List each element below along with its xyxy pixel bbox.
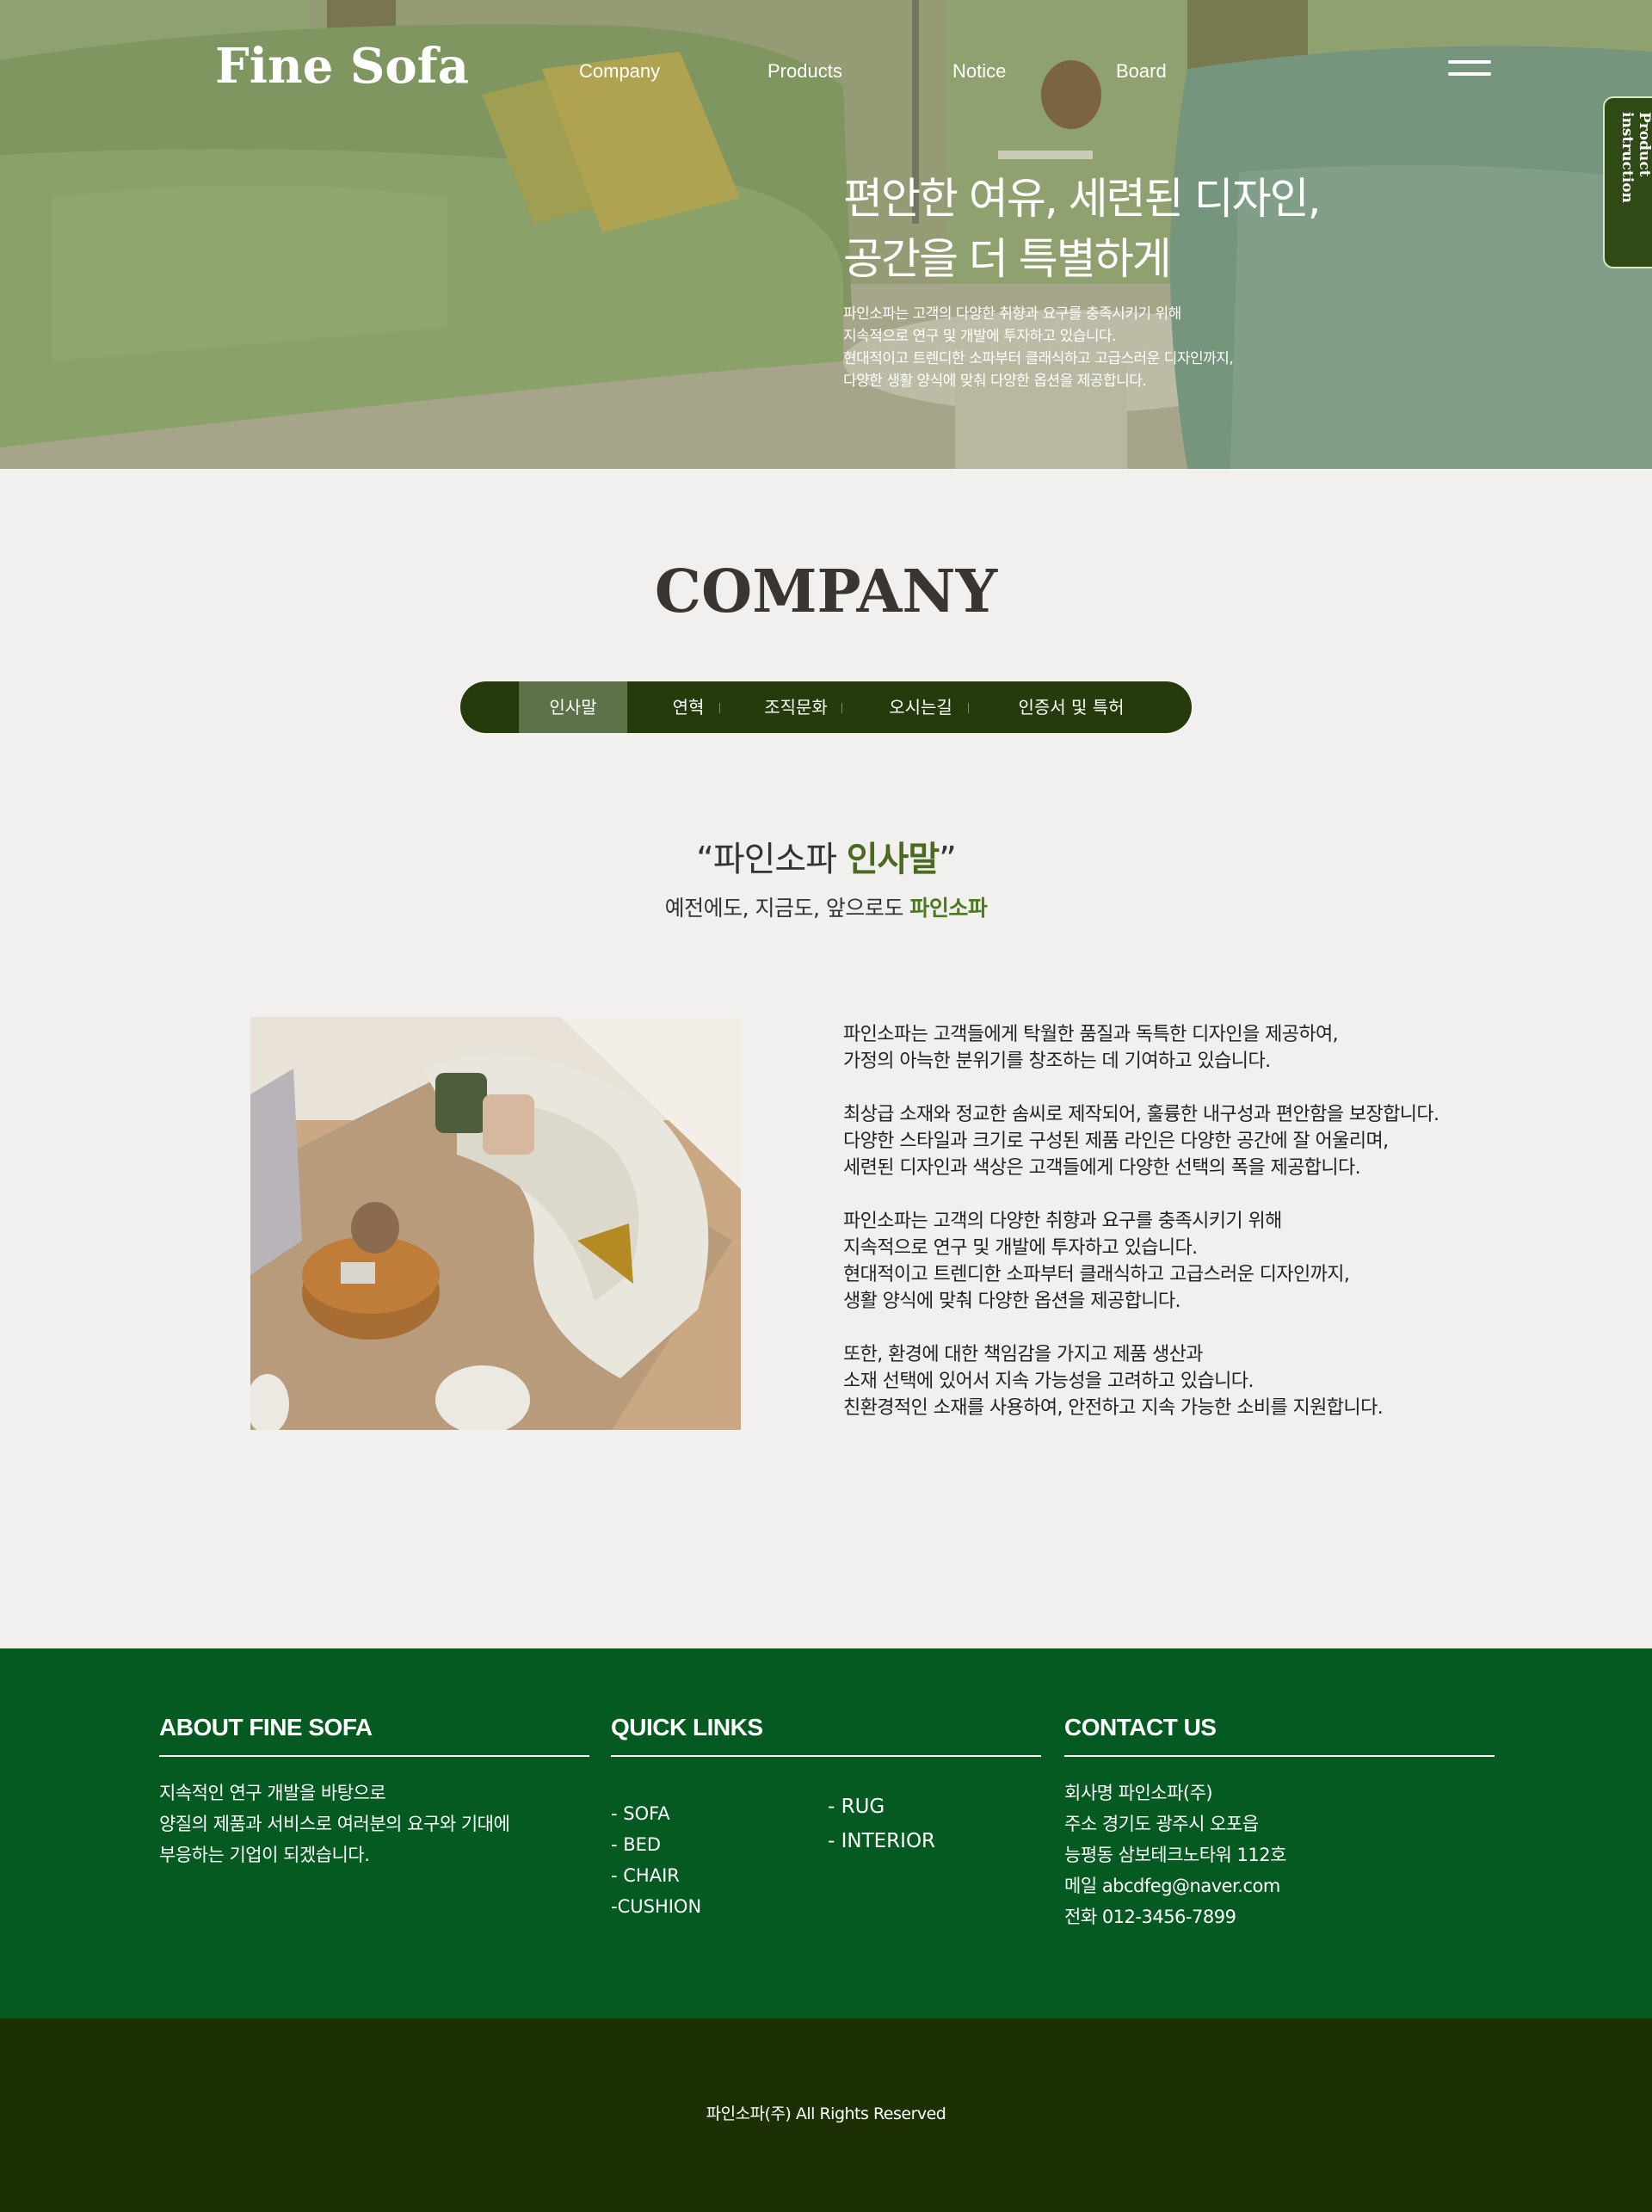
link-interior[interactable]: - INTERIOR — [828, 1824, 935, 1858]
hero-banner: Fine Sofa Company Products Notice Board … — [0, 0, 1652, 469]
link-cushion[interactable]: -CUSHION — [611, 1891, 701, 1922]
hero-title-line1: 편안한 여유, 세련된 디자인, — [843, 174, 1321, 224]
hero-title-line2: 공간을 더 특별하게 — [843, 234, 1172, 284]
footer-about-title: ABOUT FINE SOFA — [159, 1714, 589, 1757]
subheading-text: 예전에도, 지금도, 앞으로도 — [664, 896, 910, 921]
quote-text: “파인소파 — [696, 840, 847, 879]
link-sofa[interactable]: - SOFA — [611, 1798, 701, 1829]
nav-products[interactable]: Products — [767, 60, 842, 83]
footer-links-title: QUICK LINKS — [611, 1714, 1041, 1757]
company-tabs: 인사말 연혁 조직문화 오시는길 인증서 및 특허 — [460, 681, 1192, 733]
hero-desc-line: 현대적이고 트렌디한 소파부터 클래식하고 고급스러운 디자인까지, — [843, 350, 1234, 367]
footer-contact-title: CONTACT US — [1064, 1714, 1495, 1757]
footer-contact: CONTACT US 회사명 파인소파(주) 주소 경기도 광주시 오포읍 능평… — [1064, 1714, 1495, 1932]
footer-about-line: 지속적인 연구 개발을 바탕으로 — [159, 1783, 386, 1803]
product-instruction-tab[interactable]: Product instruction — [1603, 96, 1652, 268]
hero-desc-line: 지속적으로 연구 및 개발에 투자하고 있습니다. — [843, 328, 1117, 345]
side-tab-label: Product instruction — [1618, 112, 1652, 203]
footer-about-line: 양질의 제품과 서비스로 여러분의 요구와 기대에 — [159, 1814, 510, 1834]
link-rug[interactable]: - RUG — [828, 1790, 935, 1824]
greeting-body: 파인소파는 고객들에게 탁월한 품질과 독특한 디자인을 제공하여, 가정의 아… — [843, 1021, 1497, 1448]
menu-icon[interactable] — [1448, 60, 1491, 83]
tab-certificates[interactable]: 인증서 및 특허 — [985, 681, 1157, 733]
section-title: COMPANY — [654, 558, 998, 626]
contact-address: 주소 경기도 광주시 오포읍 — [1064, 1814, 1259, 1834]
footer-quick-links: QUICK LINKS — [611, 1714, 1041, 1757]
tab-divider — [841, 703, 842, 713]
greeting-paragraph: 파인소파는 고객들에게 탁월한 품질과 독특한 디자인을 제공하여, 가정의 아… — [843, 1024, 1339, 1072]
tab-greeting[interactable]: 인사말 — [519, 681, 627, 733]
hero-title: 편안한 여유, 세련된 디자인, 공간을 더 특별하게 — [843, 169, 1321, 289]
nav-company[interactable]: Company — [579, 60, 660, 83]
contact-phone[interactable]: 전화 012-3456-7899 — [1064, 1901, 1495, 1932]
quick-links-col-a: - SOFA - BED - CHAIR -CUSHION — [611, 1798, 701, 1922]
hero-desc-line: 파인소파는 고객의 다양한 취향과 요구를 충족시키기 위해 — [843, 305, 1181, 323]
tab-history[interactable]: 연혁 — [650, 681, 727, 733]
footer-about: ABOUT FINE SOFA 지속적인 연구 개발을 바탕으로 양질의 제품과… — [159, 1714, 589, 1870]
footer: ABOUT FINE SOFA 지속적인 연구 개발을 바탕으로 양질의 제품과… — [0, 1648, 1652, 2018]
sofa-photo — [250, 1017, 741, 1430]
quote-close: ” — [939, 840, 957, 879]
footer-about-line: 부응하는 기업이 되겠습니다. — [159, 1845, 370, 1865]
greeting-heading: “파인소파 인사말” — [0, 831, 1652, 881]
contact-company: 회사명 파인소파(주) — [1064, 1783, 1213, 1803]
hero-description: 파인소파는 고객의 다양한 취향과 요구를 충족시키기 위해 지속적으로 연구 … — [843, 303, 1234, 392]
tab-culture[interactable]: 조직문화 — [736, 681, 856, 733]
greeting-subheading: 예전에도, 지금도, 앞으로도 파인소파 — [0, 891, 1652, 922]
copyright-bar: 파인소파(주) All Rights Reserved — [0, 2018, 1652, 2212]
greeting-paragraph: 최상급 소재와 정교한 솜씨로 제작되어, 훌륭한 내구성과 편안함을 보장합니… — [843, 1104, 1439, 1179]
hero-desc-line: 다양한 생활 양식에 맞춰 다양한 옵션을 제공합니다. — [843, 373, 1147, 390]
nav-notice[interactable]: Notice — [952, 60, 1006, 83]
brand-logo[interactable]: Fine Sofa — [215, 38, 469, 95]
quick-links-col-b: - RUG - INTERIOR — [828, 1790, 935, 1858]
contact-address-detail: 능평동 삼보테크노타워 112호 — [1064, 1845, 1286, 1865]
tab-divider — [719, 703, 720, 713]
tab-divider — [968, 703, 969, 713]
link-chair[interactable]: - CHAIR — [611, 1860, 701, 1891]
greeting-paragraph: 또한, 환경에 대한 책임감을 가지고 제품 생산과 소재 선택에 있어서 지속… — [843, 1344, 1384, 1419]
copyright-text: 파인소파(주) All Rights Reserved — [706, 2104, 946, 2123]
subheading-accent: 파인소파 — [909, 896, 988, 921]
contact-email[interactable]: 메일 abcdfeg@naver.com — [1064, 1870, 1495, 1901]
greeting-paragraph: 파인소파는 고객의 다양한 취향과 요구를 충족시키기 위해 지속적으로 연구 … — [843, 1211, 1350, 1312]
nav-board[interactable]: Board — [1116, 60, 1167, 83]
quote-accent: 인사말 — [846, 840, 940, 879]
tab-directions[interactable]: 오시는길 — [860, 681, 981, 733]
link-bed[interactable]: - BED — [611, 1829, 701, 1860]
